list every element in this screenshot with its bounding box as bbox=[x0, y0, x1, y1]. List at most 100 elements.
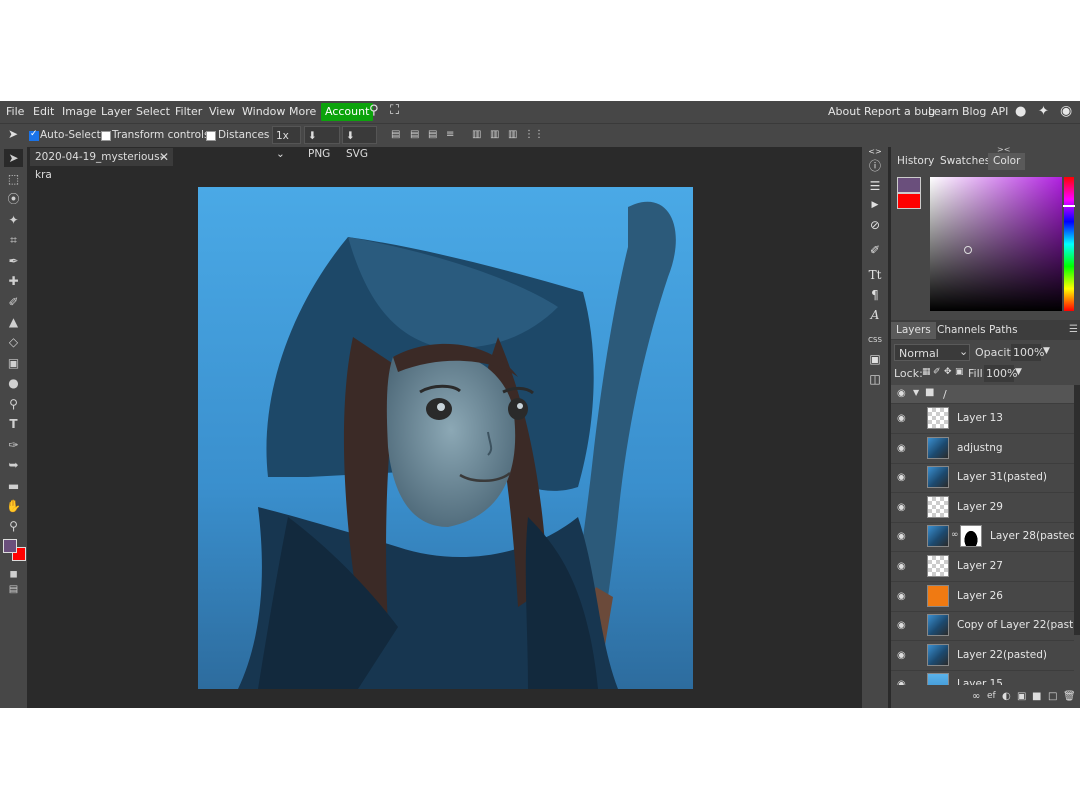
paragraph-icon[interactable]: ¶ bbox=[867, 287, 883, 303]
image-icon[interactable]: ▣ bbox=[867, 351, 883, 367]
gradient-tool-icon[interactable]: ▣ bbox=[4, 354, 23, 372]
link-learn[interactable]: Learn bbox=[928, 105, 959, 118]
fill-dropdown-icon[interactable]: ▼ bbox=[1015, 367, 1022, 377]
glyph-icon[interactable]: A bbox=[867, 307, 883, 323]
menu-filter[interactable]: Filter bbox=[175, 105, 202, 118]
character-icon[interactable]: Tt bbox=[867, 267, 883, 283]
layer-row[interactable]: ◉ Copy of Layer 22(past bbox=[891, 611, 1074, 642]
tab-channels[interactable]: Channels bbox=[932, 322, 991, 339]
menu-edit[interactable]: Edit bbox=[33, 105, 54, 118]
close-icon[interactable]: ✕ bbox=[159, 148, 169, 166]
visibility-eye-icon[interactable]: ◉ bbox=[897, 472, 906, 483]
mask-link-icon[interactable]: ∞ bbox=[951, 530, 959, 540]
shape-tool-icon[interactable]: ▬ bbox=[4, 477, 23, 495]
clone-stamp-icon[interactable]: ▲ bbox=[4, 313, 23, 331]
visibility-eye-icon[interactable]: ◉ bbox=[897, 561, 906, 572]
visibility-eye-icon[interactable]: ◉ bbox=[897, 413, 906, 424]
tab-paths[interactable]: Paths bbox=[984, 322, 1023, 339]
tab-color[interactable]: Color bbox=[988, 153, 1026, 170]
3d-icon[interactable]: ◫ bbox=[867, 371, 883, 387]
blend-mode-select[interactable]: Normal ⌄ bbox=[894, 344, 970, 361]
css-icon[interactable]: CSS bbox=[867, 332, 883, 348]
link-report-bug[interactable]: Report a bug bbox=[864, 105, 935, 118]
auto-select-checkbox[interactable] bbox=[29, 129, 39, 141]
path-select-icon[interactable]: ➥ bbox=[4, 456, 23, 474]
play-icon[interactable]: ▶ bbox=[867, 197, 883, 213]
align-left-icon[interactable]: ▤ bbox=[391, 129, 400, 140]
layer-row[interactable]: ◉ Layer 27 bbox=[891, 552, 1074, 582]
align-top-icon[interactable]: ▥ bbox=[472, 129, 481, 140]
dodge-tool-icon[interactable]: ⚲ bbox=[4, 395, 23, 413]
lock-paint-icon[interactable]: ✐ bbox=[933, 367, 941, 377]
brush-settings-icon[interactable]: ✐ bbox=[867, 242, 883, 258]
lock-move-icon[interactable]: ✥ bbox=[944, 367, 952, 377]
link-about[interactable]: About bbox=[828, 105, 861, 118]
info-icon[interactable]: ⓘ bbox=[867, 158, 883, 174]
visibility-eye-icon[interactable]: ◉ bbox=[897, 620, 906, 631]
new-group-icon[interactable]: ■ bbox=[1032, 691, 1041, 702]
layer-row[interactable]: ◉ Layer 15 bbox=[891, 670, 1074, 685]
magic-wand-icon[interactable]: ✦ bbox=[4, 211, 23, 229]
layers-scrollbar[interactable] bbox=[1074, 385, 1080, 635]
hue-slider[interactable] bbox=[1063, 177, 1075, 311]
marquee-tool-icon[interactable]: ⬚ bbox=[4, 170, 23, 188]
adjustments-icon[interactable]: ☰ bbox=[867, 178, 883, 194]
reddit-icon[interactable]: ● bbox=[1015, 104, 1026, 119]
pen-tool-icon[interactable]: ✑ bbox=[4, 436, 23, 454]
move-tool-icon[interactable]: ➤ bbox=[4, 149, 23, 167]
background-color-chip[interactable] bbox=[897, 193, 921, 209]
eraser-tool-icon[interactable]: ◇ bbox=[4, 333, 23, 351]
tab-layers[interactable]: Layers bbox=[891, 322, 936, 339]
scale-select[interactable]: 1x ⌄ bbox=[272, 126, 301, 160]
visibility-eye-icon[interactable]: ◉ bbox=[897, 591, 906, 602]
add-mask-icon[interactable]: ▣ bbox=[1017, 691, 1026, 702]
type-tool-icon[interactable]: T bbox=[4, 415, 23, 433]
visibility-eye-icon[interactable]: ◉ bbox=[897, 443, 906, 454]
layer-row[interactable]: ◉ Layer 22(pasted) bbox=[891, 641, 1074, 671]
menu-window[interactable]: Window bbox=[242, 105, 285, 118]
menu-file[interactable]: File bbox=[6, 105, 24, 118]
link-layers-icon[interactable]: ∞ bbox=[972, 691, 980, 702]
foreground-color-swatch[interactable] bbox=[3, 539, 17, 553]
layer-row[interactable]: ◉ adjustng bbox=[891, 434, 1074, 464]
layer-row[interactable]: ◉ ∞ Layer 28(pasted) bbox=[891, 522, 1074, 553]
no-entry-icon[interactable]: ⊘ bbox=[867, 217, 883, 233]
adjustment-layer-icon[interactable]: ◐ bbox=[1002, 691, 1011, 702]
link-blog[interactable]: Blog bbox=[962, 105, 986, 118]
visibility-eye-icon[interactable]: ◉ bbox=[897, 650, 906, 661]
document-canvas[interactable] bbox=[198, 187, 693, 689]
new-layer-icon[interactable]: □ bbox=[1048, 691, 1057, 702]
distances-checkbox[interactable] bbox=[206, 131, 216, 141]
foreground-color-chip[interactable] bbox=[897, 177, 921, 193]
layer-row[interactable]: ◉ Layer 13 bbox=[891, 404, 1074, 434]
opacity-input[interactable]: 100% bbox=[1011, 344, 1044, 361]
align-right-icon[interactable]: ▤ bbox=[428, 129, 437, 140]
layer-row[interactable]: ◉ Layer 31(pasted) bbox=[891, 463, 1074, 494]
zoom-tool-icon[interactable]: ⚲ bbox=[4, 517, 23, 535]
lock-all-icon[interactable]: ▣ bbox=[955, 367, 964, 377]
color-picker-cursor[interactable] bbox=[964, 246, 972, 254]
panel-menu-icon[interactable]: ☰ bbox=[1069, 324, 1078, 335]
layer-row[interactable]: ◉ Layer 29 bbox=[891, 493, 1074, 523]
visibility-eye-icon[interactable]: ◉ bbox=[897, 502, 906, 513]
layer-effects-icon[interactable]: ef bbox=[987, 691, 996, 701]
eyedropper-icon[interactable]: ✒ bbox=[4, 252, 23, 270]
screen-mode-icon[interactable]: ▤ bbox=[4, 581, 23, 599]
opacity-dropdown-icon[interactable]: ▼ bbox=[1043, 346, 1050, 356]
hue-slider-handle[interactable] bbox=[1063, 205, 1075, 207]
distribute-vertical-icon[interactable]: ⋮⋮ bbox=[524, 129, 544, 140]
facebook-icon[interactable]: ◉ bbox=[1060, 103, 1072, 119]
lasso-tool-icon[interactable]: ⦿ bbox=[4, 190, 23, 208]
layer-mask-thumbnail[interactable] bbox=[960, 525, 982, 548]
account-button[interactable]: Account bbox=[321, 103, 374, 121]
search-icon[interactable]: ⚲ bbox=[369, 103, 379, 118]
menu-image[interactable]: Image bbox=[62, 105, 96, 118]
hand-tool-icon[interactable]: ✋ bbox=[4, 497, 23, 515]
visibility-eye-icon[interactable]: ◉ bbox=[897, 679, 906, 685]
export-svg-button[interactable]: ⬇ SVG bbox=[342, 126, 377, 160]
align-center-icon[interactable]: ▤ bbox=[410, 129, 419, 140]
layer-group-row[interactable]: ◉ ▼ ■ / bbox=[891, 385, 1074, 404]
twitter-icon[interactable]: ✦ bbox=[1038, 104, 1049, 119]
blur-tool-icon[interactable]: ● bbox=[4, 374, 23, 392]
export-png-button[interactable]: ⬇ PNG bbox=[304, 126, 340, 160]
